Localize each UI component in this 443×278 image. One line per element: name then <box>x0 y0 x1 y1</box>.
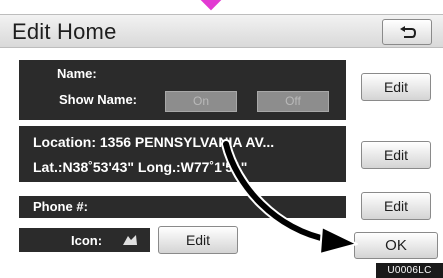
edit-icon-button[interactable]: Edit <box>158 226 238 254</box>
location-address: Location: 1356 PENNSYLVANIA AV... <box>33 134 275 150</box>
icon-label: Icon: <box>71 233 103 248</box>
figure-code: U0006LC <box>376 263 443 278</box>
name-panel: Name: Show Name: On Off <box>19 60 346 120</box>
edit-home-screen: Edit Home Name: Show Name: On Off Edit L… <box>0 0 443 278</box>
edit-location-button[interactable]: Edit <box>361 141 431 169</box>
icon-panel: Icon: <box>19 228 150 252</box>
name-label: Name: <box>57 66 97 81</box>
edit-name-button[interactable]: Edit <box>361 73 431 101</box>
page-title: Edit Home <box>12 19 117 44</box>
show-name-on-button[interactable]: On <box>165 91 237 112</box>
ok-button[interactable]: OK <box>354 232 438 259</box>
show-name-label: Show Name: <box>59 92 138 107</box>
callout-pointer <box>199 0 223 11</box>
home-marker-icon <box>123 235 137 245</box>
edit-phone-button[interactable]: Edit <box>361 192 431 220</box>
phone-label: Phone #: <box>33 199 88 214</box>
location-coordinates: Lat.:N38˚53'43" Long.:W77˚1'51" <box>33 159 248 175</box>
location-panel: Location: 1356 PENNSYLVANIA AV... Lat.:N… <box>19 126 346 182</box>
back-button[interactable] <box>382 19 432 45</box>
phone-panel: Phone #: <box>19 196 346 218</box>
show-name-off-button[interactable]: Off <box>257 91 329 112</box>
return-arrow-icon <box>400 26 417 38</box>
title-bar: Edit Home <box>0 14 443 48</box>
